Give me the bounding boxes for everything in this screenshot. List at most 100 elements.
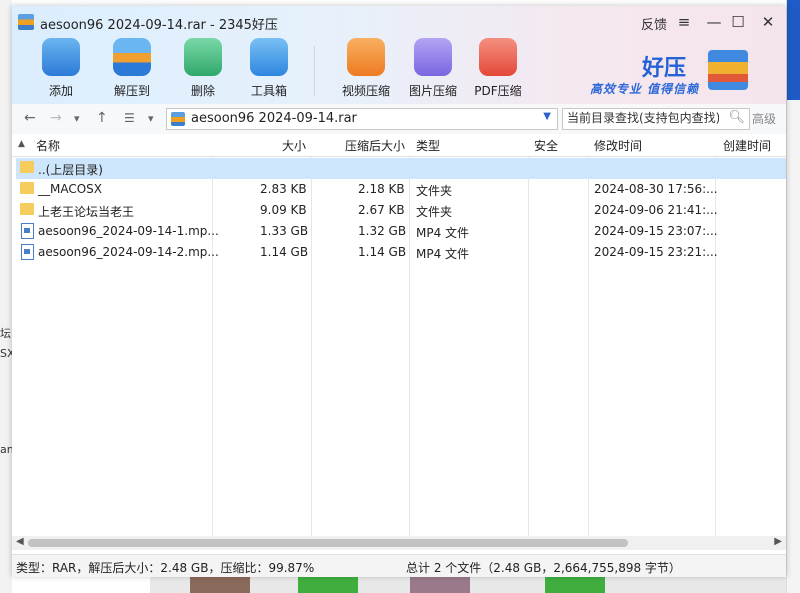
app-icon	[18, 14, 34, 30]
advanced-search-button[interactable]: 高级	[752, 110, 776, 127]
archive-info: 类型：RAR，解压后大小：2.48 GB，压缩比：99.87%	[16, 561, 315, 575]
scroll-left-icon[interactable]: ◀	[16, 536, 24, 547]
brand-name: 好压	[642, 56, 687, 81]
path-field[interactable]: aesoon96 2024-09-14.rar ▼	[166, 108, 558, 130]
background-left-window: 坛 SX an	[0, 0, 15, 593]
sort-up-icon: ▲	[18, 139, 25, 149]
file-packed-size: 1.14 GB	[358, 245, 407, 259]
column-modified[interactable]: 修改时间	[594, 137, 642, 154]
file-name: aesoon96_2024-09-14-2.mp...	[38, 245, 219, 259]
search-box: 🔍︎	[562, 108, 750, 130]
add-label: 添加	[48, 84, 73, 98]
toolbox-icon	[250, 38, 288, 76]
table-row[interactable]: ..(上层目录)	[16, 158, 786, 179]
toolbox-label: 工具箱	[250, 84, 287, 98]
folder-icon	[20, 161, 34, 173]
toolbar-separator	[314, 46, 315, 96]
column-header: ▲ 名称 大小 压缩后大小 类型 安全 修改时间 创建时间	[12, 134, 786, 157]
status-bar: 类型：RAR，解压后大小：2.48 GB，压缩比：99.87% 总计 2 个文件…	[12, 554, 786, 577]
extract-to-label: 解压到	[113, 84, 150, 98]
scroll-right-icon[interactable]: ▶	[774, 536, 782, 547]
file-type: 文件夹	[416, 205, 453, 219]
file-size: 9.09 KB	[260, 203, 307, 217]
image-compress-label: 图片压缩	[408, 84, 457, 98]
video-compress-label: 视频压缩	[341, 84, 390, 98]
file-packed-size: 1.32 GB	[358, 224, 407, 238]
image-compress-button[interactable]: 图片压缩	[404, 38, 462, 99]
column-size[interactable]: 大小	[282, 137, 306, 154]
file-name: 上老王论坛当老王	[38, 205, 135, 219]
file-modified: 2024-08-30 17:56:...	[594, 182, 718, 196]
background-right-window	[786, 0, 800, 593]
archive-icon	[171, 112, 185, 126]
forward-icon[interactable]: →	[50, 110, 62, 126]
file-size: 1.33 GB	[260, 224, 309, 238]
view-mode-icon[interactable]: ☰	[124, 111, 135, 125]
file-modified: 2024-09-06 21:41:...	[594, 203, 718, 217]
toolbox-button[interactable]: 工具箱	[240, 38, 298, 99]
close-icon[interactable]: ✕	[758, 12, 778, 32]
file-modified: 2024-09-15 23:07:...	[594, 224, 718, 238]
folder-icon	[20, 182, 34, 194]
extract-icon	[113, 38, 151, 76]
view-dropdown-icon[interactable]: ▾	[148, 112, 154, 125]
folder-icon	[20, 203, 34, 215]
delete-label: 删除	[190, 84, 215, 98]
file-size: 2.83 KB	[260, 182, 307, 196]
search-icon[interactable]: 🔍︎	[728, 110, 745, 125]
video-file-icon	[21, 223, 34, 239]
file-total: 总计 2 个文件（2.48 GB，2,664,755,898 字节）	[406, 561, 681, 575]
brand-slogan: 高效专业 值得信赖	[590, 82, 700, 96]
file-type: 文件夹	[416, 184, 453, 198]
file-size: 1.14 GB	[260, 245, 309, 259]
video-compress-icon	[347, 38, 385, 76]
file-name: __MACOSX	[38, 182, 103, 196]
file-type: MP4 文件	[416, 247, 470, 261]
table-row[interactable]: aesoon96_2024-09-14-2.mp... 1.14 GB 1.14…	[16, 242, 786, 263]
brand-logo: 好压 高效专业 值得信赖	[590, 48, 780, 98]
table-row[interactable]: __MACOSX 2.83 KB 2.18 KB 文件夹 2024-08-30 …	[16, 179, 786, 200]
column-security[interactable]: 安全	[534, 137, 558, 154]
scrollbar-thumb[interactable]	[28, 539, 628, 547]
file-name: ..(上层目录)	[38, 163, 103, 177]
back-icon[interactable]: ←	[24, 110, 36, 126]
video-compress-button[interactable]: 视频压缩	[337, 38, 395, 99]
extract-to-button[interactable]: 解压到	[103, 38, 161, 99]
title-bar: aesoon96 2024-09-14.rar - 2345好压 反馈 ≡ — …	[12, 6, 786, 104]
feedback-button[interactable]: 反馈	[641, 14, 667, 33]
column-created[interactable]: 创建时间	[723, 137, 771, 154]
delete-button[interactable]: 删除	[174, 38, 232, 99]
path-text: aesoon96 2024-09-14.rar	[191, 111, 357, 126]
address-bar: ← → ▾ ↑ ☰ ▾ aesoon96 2024-09-14.rar ▼ 🔍︎…	[12, 104, 786, 135]
pdf-compress-button[interactable]: PDF压缩	[469, 38, 527, 99]
file-packed-size: 2.67 KB	[358, 203, 405, 217]
add-button[interactable]: 添加	[32, 38, 90, 99]
up-icon[interactable]: ↑	[96, 110, 108, 126]
minimize-icon[interactable]: —	[704, 12, 724, 32]
background-bottom-strip	[150, 575, 786, 593]
path-dropdown-icon[interactable]: ▼	[543, 111, 551, 122]
maximize-icon[interactable]: ☐	[728, 12, 748, 32]
table-row[interactable]: 上老王论坛当老王 9.09 KB 2.67 KB 文件夹 2024-09-06 …	[16, 200, 786, 221]
pdf-compress-label: PDF压缩	[474, 84, 522, 98]
column-packed-size[interactable]: 压缩后大小	[345, 137, 405, 154]
horizontal-scrollbar[interactable]: ◀ ▶	[12, 536, 786, 550]
file-list: ▲ 名称 大小 压缩后大小 类型 安全 修改时间 创建时间 ..(上层目录) _…	[12, 134, 786, 542]
file-modified: 2024-09-15 23:21:...	[594, 245, 718, 259]
table-row[interactable]: aesoon96_2024-09-14-1.mp... 1.33 GB 1.32…	[16, 221, 786, 242]
menu-icon[interactable]: ≡	[674, 12, 694, 32]
search-input[interactable]	[563, 109, 723, 127]
background-text: 坛	[0, 327, 11, 340]
file-packed-size: 2.18 KB	[358, 182, 405, 196]
pdf-compress-icon	[479, 38, 517, 76]
image-compress-icon	[414, 38, 452, 76]
window-title: aesoon96 2024-09-14.rar - 2345好压	[40, 18, 278, 33]
archive-window: aesoon96 2024-09-14.rar - 2345好压 反馈 ≡ — …	[12, 6, 786, 577]
column-type[interactable]: 类型	[416, 137, 440, 154]
history-dropdown-icon[interactable]: ▾	[74, 112, 80, 125]
file-type: MP4 文件	[416, 226, 470, 240]
haozip-logo-icon	[708, 50, 748, 90]
column-name[interactable]: 名称	[36, 137, 60, 154]
file-name: aesoon96_2024-09-14-1.mp...	[38, 224, 219, 238]
delete-icon	[184, 38, 222, 76]
